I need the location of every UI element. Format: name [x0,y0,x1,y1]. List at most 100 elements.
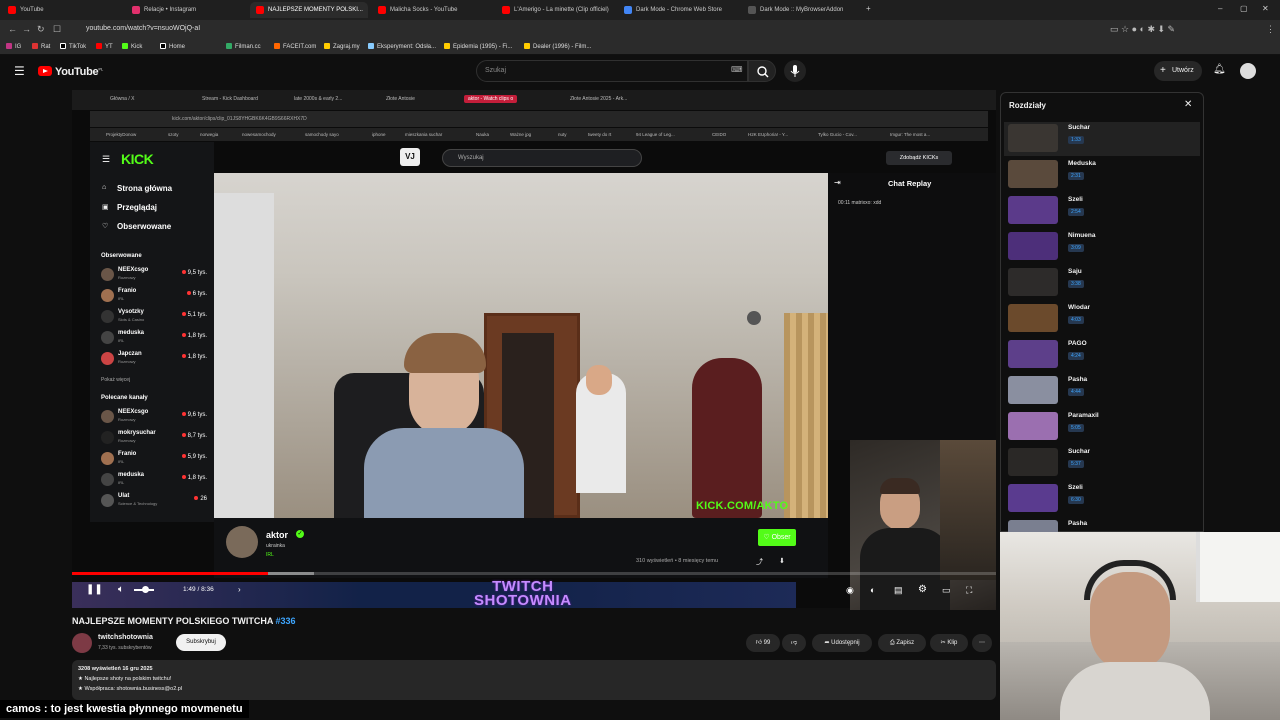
chevron-right-icon[interactable]: › [238,585,241,594]
inner-bookmark: mieszkania suchar [405,132,443,137]
autoplay-toggle-icon[interactable]: ◉ [846,585,854,596]
new-tab-icon[interactable]: + [866,4,871,13]
bookmark-item[interactable]: Rat [32,43,50,50]
chapter-item[interactable]: Suchar 1:33 [1004,122,1200,156]
inner-bookmark: norwegia [200,132,219,137]
inner-tab[interactable]: Złote Antosie 2025 - Ark... [570,96,627,102]
miniplayer-icon[interactable]: ▭ [942,585,951,596]
webcam-shelf [940,440,996,580]
close-icon[interactable]: ✕ [1184,99,1192,110]
search-button[interactable] [748,60,776,82]
webcam-window [1196,532,1280,602]
chapter-time: 4:44 [1068,388,1084,396]
avatar[interactable] [1240,63,1256,79]
minimize-icon[interactable]: – [1218,4,1222,13]
hashtag-link[interactable]: #336 [276,616,296,626]
browser-tab-active[interactable]: NAJLEPSZE MOMENTY POLSKI... [250,2,368,18]
bookmark-item[interactable]: Epidemia (1995) - Fi... [444,43,512,50]
chapter-item[interactable]: Wlodar 4:03 [1004,302,1200,336]
volume-knob[interactable] [142,586,149,593]
bookmark-item[interactable]: Eksperyment: Odsła... [368,43,436,50]
inner-bookmark: iphone [372,132,386,137]
keyboard-icon[interactable]: ⌨ [731,65,743,74]
bookmark-item[interactable]: FACEIT.com [274,43,316,50]
inner-tab[interactable]: Złote Antosie [386,96,415,102]
progress-bar[interactable] [72,572,996,575]
more-actions-button[interactable]: ⋯ [972,634,992,652]
search-placeholder: Szukaj [485,67,507,74]
bookmark-item[interactable]: Home [160,43,185,50]
webcam-person-body [1060,662,1210,720]
dislike-button[interactable]: 👎︎ [782,634,806,652]
bookmark-item[interactable]: YT [96,43,113,50]
back-icon[interactable]: ← [8,24,17,34]
fullscreen-icon[interactable]: ⛶ [966,585,972,596]
close-window-icon[interactable]: ✕ [1262,4,1269,13]
browser-tab[interactable]: Relacje • Instagram [126,2,246,18]
inner-bookmark: samochody sayo [305,132,339,137]
forward-icon[interactable]: → [22,24,31,34]
reload-icon[interactable]: ↻ [37,24,45,35]
chapter-item[interactable]: Saju 3:38 [1004,266,1200,300]
inner-tab-active[interactable]: aktor - Watch clips o [464,95,518,103]
avatar[interactable] [72,633,92,653]
streamer-language: ukrainka [266,543,285,549]
pause-icon[interactable]: ❚❚ [86,584,103,595]
hamburger-menu-icon[interactable]: ☰ [14,64,25,78]
streamer-name: aktor [266,530,289,540]
search-input[interactable] [476,60,748,82]
browser-tab[interactable]: Dark Mode - Chrome Web Store [618,2,738,18]
extensions-icon[interactable]: ▭ ☆ ● ◐ ✱ ⬇ ✎ [1110,24,1175,35]
notifications-icon[interactable]: 🔔︎ [1213,64,1226,75]
create-button[interactable]: + Utwórz [1154,61,1202,81]
bookmark-item[interactable]: IG [6,43,21,50]
twitch-shotownia-banner [72,582,796,608]
wardrobe [214,193,274,518]
captions-icon[interactable]: ▤ [894,585,903,596]
save-button[interactable]: ⎙ Zapisz [878,634,926,652]
bookmark-item[interactable]: Dealer (1996) - Film... [524,43,591,50]
browser-tab[interactable]: YouTube [2,2,122,18]
voice-search-button[interactable] [784,60,806,82]
bookmark-item[interactable]: Zagraj.my [324,43,360,50]
chapter-item[interactable]: Szeli 6:30 [1004,482,1200,516]
youtube-logo[interactable]: YouTubePL [38,66,103,78]
kick-nav-home: Strona główna [117,184,173,193]
youtube-favicon-icon [256,6,264,14]
chapter-thumbnail [1008,124,1058,152]
kick-follow-button: ♡ Obser [758,529,796,546]
browser-tab[interactable]: L'Amerigo - La minette (Clip officiel) [496,2,616,18]
menu-icon[interactable]: ⋮ [1266,24,1275,35]
chapter-item[interactable]: Meduska 2:31 [1004,158,1200,192]
chapter-item[interactable]: Suchar 5:37 [1004,446,1200,480]
chapter-item[interactable]: Paramaxil 5:05 [1004,410,1200,444]
browser-tab[interactable]: Dark Mode :: MyBrowserAddon [742,2,862,18]
share-button[interactable]: ➦ Udostępnij [812,634,872,652]
subtitles-icon[interactable]: ◐ [870,585,875,595]
chapter-item[interactable]: PAGO 4:24 [1004,338,1200,372]
chapter-item[interactable]: Pasha 4:44 [1004,374,1200,408]
chapter-time: 2:54 [1068,208,1084,216]
inner-tab[interactable]: late 2000s & early 2... [294,96,342,102]
chapter-item[interactable]: Szeli 2:54 [1004,194,1200,228]
subscribe-button[interactable]: Subskrybuj [176,634,226,651]
settings-gear-icon[interactable]: ⚙ [918,584,927,595]
chapters-title: Rozdziały [1009,101,1046,110]
bookmark-icon[interactable]: ☐ [53,24,61,35]
maximize-icon[interactable]: ▢ [1240,4,1248,13]
channel-name[interactable]: twitchshotownia [98,634,153,641]
kick-channel-row: meduska IRL 1,8 tys. [101,471,209,489]
instagram-favicon-icon [132,6,140,14]
inner-tab[interactable]: Stream - Kick Dashboard [202,96,258,102]
browser-tab[interactable]: Malicha Socks - YouTube [372,2,492,18]
description-box[interactable] [72,660,996,700]
clip-button[interactable]: ✂ Klip [930,634,968,652]
url-field[interactable]: youtube.com/watch?v=nsuoWOjQ-aI [86,25,200,32]
bookmark-item[interactable]: TikTok [60,43,86,50]
inner-tab[interactable]: Główna / X [110,96,134,102]
bookmark-item[interactable]: Kick [122,43,142,50]
like-button[interactable]: 👍︎ 99 [746,634,780,652]
volume-icon[interactable]: 🔈︎ [118,584,124,595]
chapter-item[interactable]: Nimuena 3:09 [1004,230,1200,264]
bookmark-item[interactable]: Filman.cc [226,43,261,50]
